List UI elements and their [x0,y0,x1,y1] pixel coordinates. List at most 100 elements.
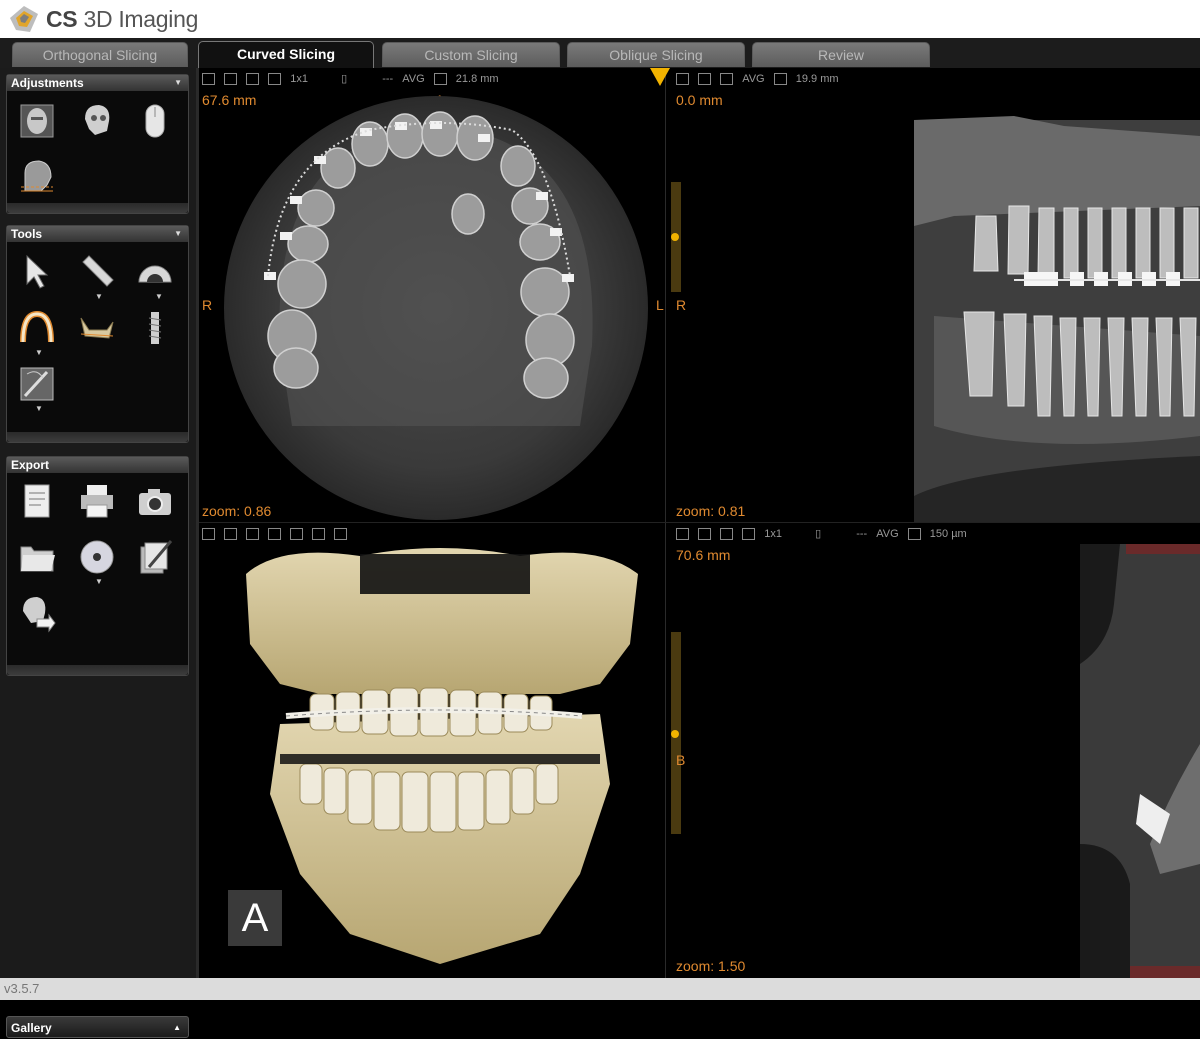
face-photo-icon[interactable] [17,101,57,145]
layout-label[interactable]: 1x1 [764,525,782,543]
render-mode-4-icon[interactable] [334,528,348,541]
tools-panel: Tools ▼ ▼ ▼ ▼ ▼ [6,225,189,443]
orient-right: R [676,297,687,313]
adjustments-header[interactable]: Adjustments ▼ [7,75,188,91]
folder-icon[interactable] [17,537,57,581]
tab-review[interactable]: Review [752,42,930,67]
copy-icon [773,73,787,86]
tools-footer [7,432,188,442]
protractor-icon[interactable] [135,252,175,296]
thickness-value: 150 µm [929,528,967,541]
cross-zoom: zoom: 1.50 [676,958,746,974]
export-panel: Export ▼ [6,456,189,676]
layout-label[interactable]: 1x1 [290,70,308,88]
lock-icon[interactable]: ▯ [815,525,821,543]
ruler-icon[interactable] [77,252,117,296]
mode-select[interactable]: AVG [402,70,424,88]
status-bar: v3.5.7 [0,978,1200,1000]
dash-icon: --- [856,528,868,541]
head-xray-icon[interactable] [17,157,57,201]
implant-icon[interactable] [135,308,175,352]
mandible-icon[interactable] [77,308,117,352]
viewport-divider [665,523,666,978]
snapshot-icon[interactable] [246,528,260,541]
camera-icon[interactable] [135,481,175,525]
cross-position: 70.6 mm [676,547,731,563]
render-mode-1-icon[interactable] [268,528,282,541]
pencil-copy-icon[interactable] [135,537,175,581]
disc-icon[interactable] [77,537,117,581]
fit-icon[interactable] [698,73,712,86]
chevron-down-icon[interactable]: ▼ [35,348,43,357]
volume-toolbar [202,525,353,543]
copy-icon [907,528,921,541]
cross-section-image[interactable] [1080,544,1200,978]
render-mode-2-icon[interactable] [290,528,304,541]
snapshot-icon[interactable] [720,528,734,541]
mode-select[interactable]: AVG [742,70,764,88]
chevron-down-icon[interactable]: ▼ [35,404,43,413]
printer-icon[interactable] [77,481,117,525]
volume-3d-render[interactable] [240,544,642,968]
slider-handle[interactable] [670,232,680,242]
sidebar-divider [196,68,199,978]
snapshot-icon[interactable] [720,73,734,86]
tab-oblique-slicing[interactable]: Oblique Slicing [567,42,745,67]
fit-icon[interactable] [224,73,238,86]
panoramic-toolbar: AVG 19.9 mm [676,70,845,88]
panoramic-image[interactable] [914,96,1200,522]
app-logo-icon [10,6,38,32]
adjustments-panel: Adjustments ▼ [6,74,189,214]
orient-buccal: B [676,752,686,768]
lock-icon[interactable]: ▯ [341,70,347,88]
orientation-cube-label[interactable]: A [228,890,282,946]
tab-curved-slicing[interactable]: Curved Slicing [198,41,374,68]
adjustments-footer [7,203,188,213]
app-title: CS 3D Imaging [46,6,199,32]
save-icon[interactable] [676,73,689,86]
save-icon[interactable] [676,528,689,541]
document-icon[interactable] [17,481,57,525]
export-skull-icon[interactable] [17,593,57,637]
tools-header[interactable]: Tools ▼ [7,226,188,242]
copy-icon [433,73,447,86]
axial-slice-image[interactable] [220,96,652,520]
render-mode-3-icon[interactable] [312,528,326,541]
chevron-down-icon[interactable]: ▼ [95,292,103,301]
chevron-down-icon[interactable]: ▼ [95,577,103,586]
thickness-value: 21.8 mm [455,73,499,86]
snapshot-icon[interactable] [246,73,260,86]
save-icon[interactable] [202,528,215,541]
viewport-divider [665,68,666,523]
layout-icon[interactable] [268,73,282,86]
chevron-down-icon[interactable]: ▼ [155,292,163,301]
mouse-icon[interactable] [135,101,175,145]
export-header[interactable]: Export [7,457,188,473]
active-viewport-marker [650,68,670,86]
slider-handle[interactable] [670,729,680,739]
gallery-button[interactable]: Gallery ▲ [6,1016,189,1038]
fit-icon[interactable] [224,528,238,541]
dash-icon: --- [382,73,394,86]
dental-arch-icon[interactable] [17,308,57,352]
orient-right: R [202,297,213,313]
tab-orthogonal-slicing[interactable]: Orthogonal Slicing [12,42,188,67]
panoramic-position: 0.0 mm [676,92,723,108]
tab-custom-slicing[interactable]: Custom Slicing [382,42,560,67]
version-label: v3.5.7 [4,981,40,996]
panoramic-zoom: zoom: 0.81 [676,503,746,519]
fit-icon[interactable] [698,528,712,541]
chevron-up-icon: ▲ [173,1023,181,1032]
collapse-icon: ▼ [174,78,182,87]
arrow-cursor-icon[interactable] [17,252,57,296]
mode-select[interactable]: AVG [876,525,898,543]
xray-edit-icon[interactable] [17,364,57,408]
skull-icon[interactable] [77,101,117,145]
export-footer [7,665,188,675]
thickness-value: 19.9 mm [795,73,839,86]
save-icon[interactable] [202,73,215,86]
collapse-icon: ▼ [174,229,182,238]
viewport-divider [199,522,1200,523]
layout-icon[interactable] [742,528,756,541]
orient-left: L [656,297,664,313]
